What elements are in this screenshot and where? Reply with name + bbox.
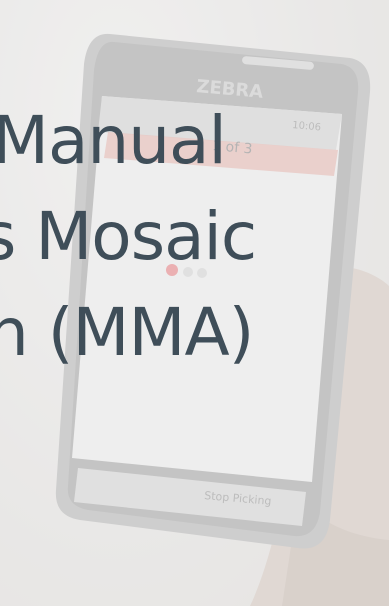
title-line-1: Manual	[0, 102, 227, 179]
hero-title: Manual s Mosaic n (MMA)	[0, 0, 389, 606]
title-line-2: s Mosaic	[0, 198, 257, 275]
title-line-3: n (MMA)	[0, 294, 254, 371]
hero-scene: ZEBRA 10:06 1 of 3 Stop Picking Manual s…	[0, 0, 389, 606]
